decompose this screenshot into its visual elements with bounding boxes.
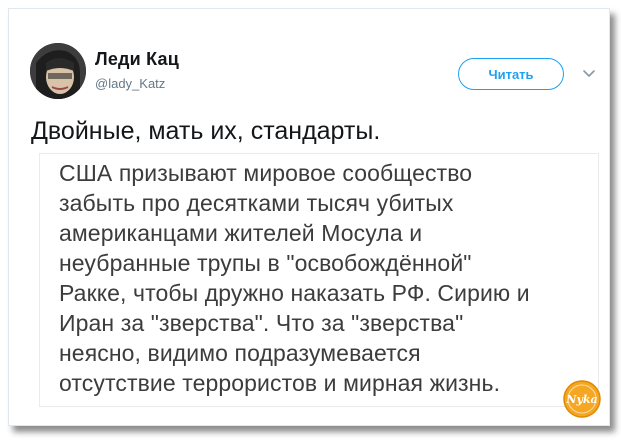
screenshot-page: Леди Кац @lady_Katz Читать Двойные, мать…	[0, 0, 621, 441]
quoted-text-line: неясно, видимо подразумевается	[59, 340, 421, 366]
follow-button[interactable]: Читать	[458, 58, 564, 90]
avatar-image	[30, 43, 86, 99]
quoted-text-line: США призывают мировое сообщество	[59, 160, 473, 186]
tweet-text: Двойные, мать их, стандарты.	[31, 117, 381, 145]
tweet-card: Леди Кац @lady_Katz Читать Двойные, мать…	[8, 8, 610, 426]
avatar[interactable]	[30, 43, 86, 99]
quoted-text-line: Иран за "зверства". Что за "зверства"	[59, 310, 464, 336]
nyka-logo-watermark: Nyka	[562, 379, 602, 419]
user-handle[interactable]: @lady_Katz	[95, 76, 165, 91]
quoted-image: США призывают мировое сообщество забыть …	[39, 153, 599, 407]
quoted-text-line: американцами жителей Мосула и	[59, 220, 423, 246]
svg-text:Nyka: Nyka	[565, 393, 597, 406]
quoted-text-line: неубранные трупы в "освобождённой"	[59, 250, 472, 276]
chevron-down-icon[interactable]	[581, 65, 597, 81]
quoted-text-line: забыть про десятками тысяч убитых	[59, 190, 454, 216]
display-name[interactable]: Леди Кац	[95, 49, 179, 70]
quoted-text-line: Ракке, чтобы дружно наказать РФ. Сирию и	[59, 280, 530, 306]
quoted-text-line: отсутствие террористов и мирная жизнь.	[59, 370, 501, 396]
